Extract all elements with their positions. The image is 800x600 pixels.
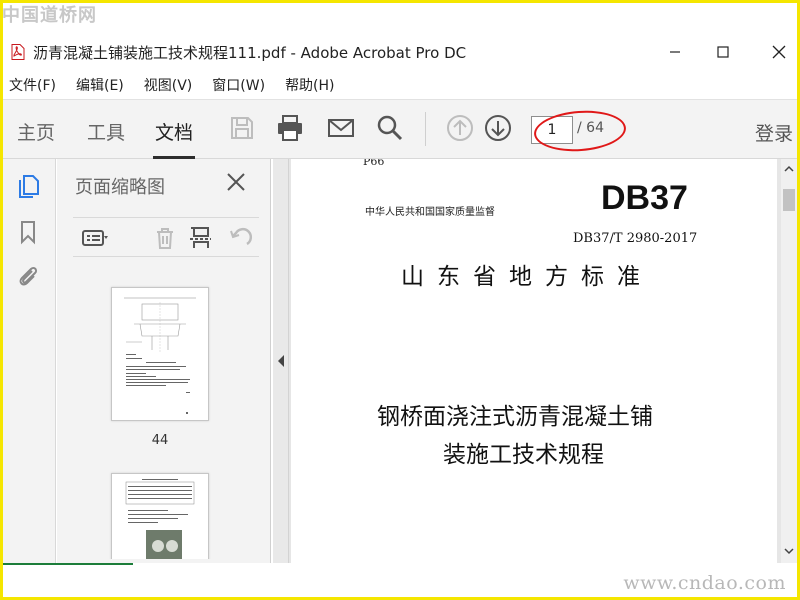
maximize-button[interactable] (703, 37, 743, 67)
rotate-page-icon[interactable] (187, 224, 215, 252)
tab-home[interactable]: 主页 (17, 118, 55, 145)
thumbnail-label: 44 (151, 433, 169, 448)
menu-bar: 文件(F) 编辑(E) 视图(V) 窗口(W) 帮助(H) (3, 71, 797, 99)
window-title: 沥青混凝土铺装施工技术规程111.pdf - Adobe Acrobat Pro… (33, 44, 467, 62)
search-icon[interactable] (375, 113, 405, 143)
minimize-button[interactable] (655, 37, 695, 67)
tab-document[interactable]: 文档 (152, 118, 196, 159)
document-title-line-2: 装施工技术规程 (443, 442, 604, 468)
panel-title: 页面缩略图 (75, 177, 165, 198)
menu-edit[interactable]: 编辑(E) (76, 75, 124, 95)
tab-tools[interactable]: 工具 (87, 118, 125, 145)
page-marker: P66 (363, 159, 385, 168)
thumbnail-options-icon[interactable] (81, 224, 109, 252)
document-scrollbar[interactable] (781, 159, 797, 563)
watermark-top: 中国道桥网 (2, 5, 97, 26)
standard-number: DB37/T 2980-2017 (573, 231, 698, 246)
status-line (3, 563, 133, 565)
thumbnail-page-45[interactable] (111, 473, 209, 559)
standard-code: DB37 (601, 179, 688, 217)
issuing-authority: 中华人民共和国国家质量监督 (365, 207, 495, 218)
red-annotation-circle (532, 107, 628, 155)
document-title-line-1: 钢桥面浇注式沥青混凝土铺 (377, 404, 653, 430)
document-view: P66 中华人民共和国国家质量监督 DB37 DB37/T 2980-2017 … (289, 159, 797, 563)
login-button[interactable]: 登录 (755, 119, 793, 146)
prev-page-icon[interactable] (445, 113, 475, 143)
minimize-icon (670, 51, 680, 53)
menu-window[interactable]: 窗口(W) (212, 75, 265, 95)
email-icon[interactable] (326, 113, 356, 143)
undo-icon[interactable] (227, 224, 255, 252)
toolbar-separator (425, 112, 426, 146)
title-bar: 沥青混凝土铺装施工技术规程111.pdf - Adobe Acrobat Pro… (3, 33, 797, 69)
collapse-arrow-icon (278, 355, 284, 367)
next-page-icon[interactable] (483, 113, 513, 143)
menu-view[interactable]: 视图(V) (144, 75, 193, 95)
thumbnail-panel: 页面缩略图 44 (57, 159, 316, 563)
menu-help[interactable]: 帮助(H) (285, 75, 334, 95)
watermark-bottom: www.cndao.com (623, 572, 786, 594)
panel-collapse-handle[interactable] (273, 159, 289, 563)
menu-file[interactable]: 文件(F) (9, 75, 56, 95)
thumbnail-page-44[interactable] (111, 287, 209, 421)
navigation-rail (3, 159, 56, 563)
page-thumbnails-icon[interactable] (15, 173, 41, 199)
thumbnail-drawing (124, 297, 196, 414)
bookmarks-icon[interactable] (15, 219, 41, 245)
close-window-button[interactable] (759, 37, 797, 67)
thumbnail-drawing (125, 479, 195, 559)
acrobat-window: 沥青混凝土铺装施工技术规程111.pdf - Adobe Acrobat Pro… (3, 3, 797, 597)
delete-page-icon[interactable] (151, 224, 179, 252)
panel-toolbar (73, 217, 259, 257)
thumbnail-list: 44 (73, 263, 243, 559)
toolbar: 主页 工具 文档 1 / 64 登录 (3, 99, 797, 159)
maximize-icon (717, 46, 729, 58)
pdf-file-icon (11, 44, 25, 60)
print-icon[interactable] (275, 113, 305, 143)
close-icon (772, 45, 786, 59)
province-standard-title: 山东省地方标准 (401, 264, 653, 290)
attachments-icon[interactable] (15, 263, 41, 289)
save-icon[interactable] (227, 113, 257, 143)
pdf-page: P66 中华人民共和国国家质量监督 DB37 DB37/T 2980-2017 … (291, 159, 777, 563)
close-panel-icon[interactable] (225, 171, 247, 193)
